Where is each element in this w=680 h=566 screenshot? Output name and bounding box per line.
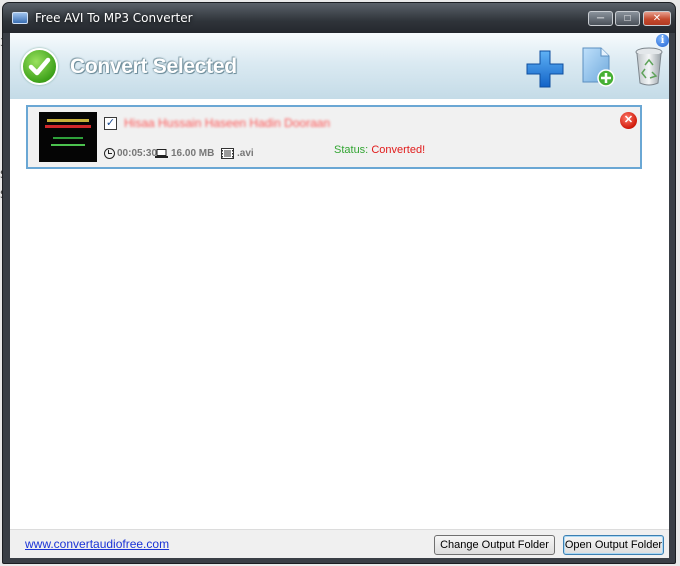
clock-icon: [104, 148, 115, 159]
duration: 00:05:30: [117, 148, 158, 159]
item-checkbox[interactable]: ✓: [104, 117, 117, 130]
status-value: Converted!: [371, 144, 426, 156]
maximize-button[interactable]: □: [615, 11, 640, 26]
file-size: 16.00 MB: [171, 148, 215, 159]
title-bar[interactable]: Free AVI To MP3 Converter ─ □ ✕: [3, 3, 675, 33]
plus-icon[interactable]: [525, 49, 565, 89]
open-output-folder-button[interactable]: Open Output Folder: [563, 535, 664, 555]
status-label: Status:: [334, 144, 369, 156]
website-link[interactable]: www.convertaudiofree.com: [25, 537, 169, 551]
window-title: Free AVI To MP3 Converter: [35, 11, 193, 25]
film-icon: [221, 148, 234, 159]
minimize-button[interactable]: ─: [588, 11, 613, 26]
file-format: .avi: [237, 148, 254, 159]
app-window: Free AVI To MP3 Converter ─ □ ✕ Convert …: [2, 2, 676, 564]
convert-selected-button[interactable]: Convert Selected: [70, 55, 237, 79]
client-area: Convert Selected i ✓ Hisaa Hussain Hasee…: [10, 33, 669, 558]
close-button[interactable]: ✕: [643, 11, 671, 26]
footer-bar: www.convertaudiofree.com Change Output F…: [10, 529, 669, 558]
file-name: Hisaa Hussain Haseen Hadin Dooraan: [124, 116, 331, 130]
file-list: ✓ Hisaa Hussain Haseen Hadin Dooraan ✕ 0…: [10, 99, 669, 529]
remove-item-icon[interactable]: ✕: [620, 112, 637, 129]
status-text: Status: Converted!: [334, 144, 425, 156]
list-item[interactable]: ✓ Hisaa Hussain Haseen Hadin Dooraan ✕ 0…: [26, 105, 642, 169]
laptop-icon: [155, 149, 168, 158]
info-icon[interactable]: i: [656, 34, 669, 47]
check-circle-icon[interactable]: [21, 48, 58, 85]
app-icon: [12, 12, 28, 24]
trash-icon[interactable]: [634, 45, 664, 87]
add-file-icon[interactable]: [580, 46, 616, 88]
toolbar: Convert Selected i: [10, 33, 669, 99]
video-thumbnail: [39, 112, 97, 162]
change-output-folder-button[interactable]: Change Output Folder: [434, 535, 555, 555]
